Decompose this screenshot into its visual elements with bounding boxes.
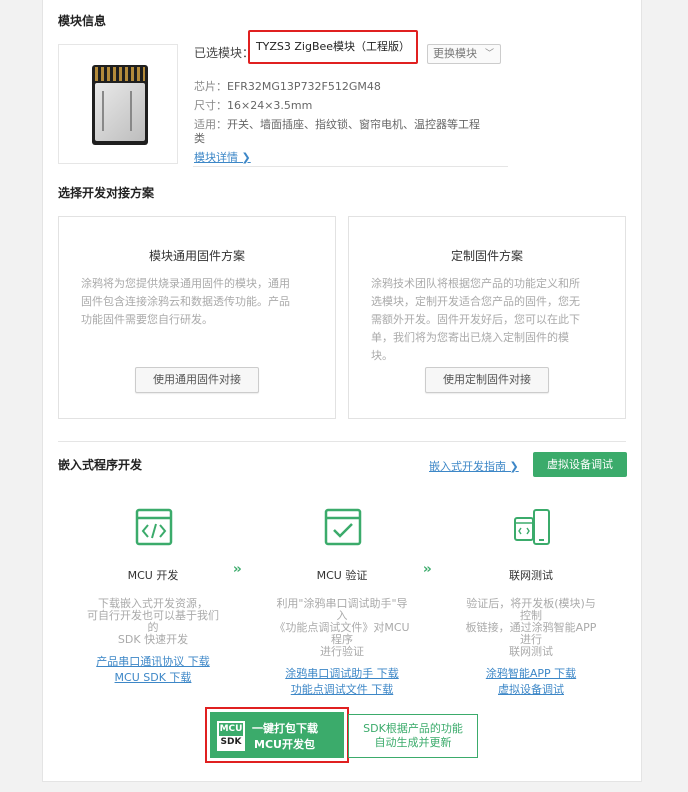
serial-debug-tool-download-link[interactable]: 涂鸦串口调试助手 下载 — [257, 665, 427, 681]
pack-line1: 一键打包下载 — [252, 722, 318, 735]
use-custom-firmware-button[interactable]: 使用定制固件对接 — [425, 367, 549, 393]
sdk-auto-generate-note: SDK根据产品的功能 自动生成并更新 — [348, 714, 478, 758]
step-description: 利用"涂鸦串口调试助手"导 入 《功能点调试文件》对MCU 程序 进行验证 — [274, 597, 410, 658]
card-title: 定制固件方案 — [450, 249, 523, 263]
use-generic-firmware-button[interactable]: 使用通用固件对接 — [135, 367, 259, 393]
embedded-section-title: 嵌入式程序开发 — [58, 458, 143, 472]
apply-value: 开关、墙面插座、指纹锁、窗帘电机、温控器等工程 — [227, 118, 480, 131]
selected-module-name: TYZS3 ZigBee模块（工程版） — [248, 30, 418, 64]
module-section-title: 模块信息 — [58, 14, 107, 28]
arrow-right-icon: ›› — [423, 562, 432, 577]
size-row: 尺寸：16×24×3.5mm — [194, 99, 313, 112]
card-description: 涂鸦技术团队将根据您产品的功能定义和所 选模块，定制开发适合您产品的固件，您无 … — [371, 277, 580, 362]
mcu-sdk-icon: MCU SDK — [217, 721, 245, 751]
module-detail-link[interactable]: 模块详情 ❯ — [194, 149, 251, 165]
zigbee-module-chip-icon — [92, 65, 148, 145]
size-value: 16×24×3.5mm — [227, 99, 313, 112]
embedded-guide-link[interactable]: 嵌入式开发指南 ❯ — [429, 458, 519, 474]
dp-debug-file-download-link[interactable]: 功能点调试文件 下载 — [257, 681, 427, 697]
pack-download-highlight: MCU SDK 一键打包下载 MCU开发包 — [205, 707, 349, 763]
step-description: 下载嵌入式开发资源， 可自行开发也可以基于我们 的 SDK 快速开发 — [87, 597, 219, 646]
tuya-app-download-link[interactable]: 涂鸦智能APP 下载 — [446, 665, 616, 681]
arrow-right-icon: ›› — [233, 562, 242, 577]
pack-download-button[interactable]: MCU SDK 一键打包下载 MCU开发包 — [210, 712, 344, 758]
custom-firmware-card: 定制固件方案 涂鸦技术团队将根据您产品的功能定义和所 选模块，定制开发适合您产品… — [348, 216, 626, 419]
virtual-device-debug-button[interactable]: 虚拟设备调试 — [533, 452, 627, 477]
apply-row: 适用：开关、墙面插座、指纹锁、窗帘电机、温控器等工程 — [194, 118, 480, 131]
protocol-download-link[interactable]: 产品串口通讯协议 下载 — [68, 653, 238, 669]
check-window-icon — [324, 508, 362, 546]
step-label: 联网测试 — [509, 569, 553, 582]
chip-row: 芯片：EFR32MG13P732F512GM48 — [194, 80, 381, 93]
chevron-down-icon: ﹀ — [484, 49, 494, 59]
generic-firmware-card: 模块通用固件方案 涂鸦将为您提供烧录通用固件的模块，通用 固件包含连接涂鸦云和数… — [58, 216, 336, 419]
selected-module-label: 已选模块： — [194, 46, 255, 60]
step-description: 验证后，将开发板(模块)与 控制 板链接，通过涂鸦智能APP 进行 联网测试 — [465, 597, 597, 658]
card-description: 涂鸦将为您提供烧录通用固件的模块，通用 固件包含连接涂鸦云和数据透传功能。产品 … — [81, 277, 290, 326]
devices-icon — [514, 509, 550, 545]
step-label: MCU 验证 — [316, 569, 368, 582]
plan-section-title: 选择开发对接方案 — [58, 186, 155, 200]
module-image — [58, 44, 178, 164]
code-window-icon — [135, 508, 173, 546]
chip-value: EFR32MG13P732F512GM48 — [227, 80, 381, 93]
main-panel: 模块信息 已选模块： TYZS3 ZigBee模块（工程版） 更换模块 ﹀ 芯片… — [42, 0, 642, 782]
card-title: 模块通用固件方案 — [148, 249, 245, 263]
pack-line2: MCU开发包 — [254, 738, 315, 751]
change-module-button[interactable]: 更换模块 ﹀ — [427, 44, 501, 64]
virtual-device-debug-link[interactable]: 虚拟设备调试 — [446, 681, 616, 697]
apply-row-cont: 类 — [194, 132, 205, 145]
mcu-sdk-download-link[interactable]: MCU SDK 下载 — [68, 669, 238, 685]
divider — [193, 166, 508, 167]
divider — [58, 441, 626, 442]
change-module-label: 更换模块 — [433, 47, 477, 60]
step-label: MCU 开发 — [127, 569, 179, 582]
